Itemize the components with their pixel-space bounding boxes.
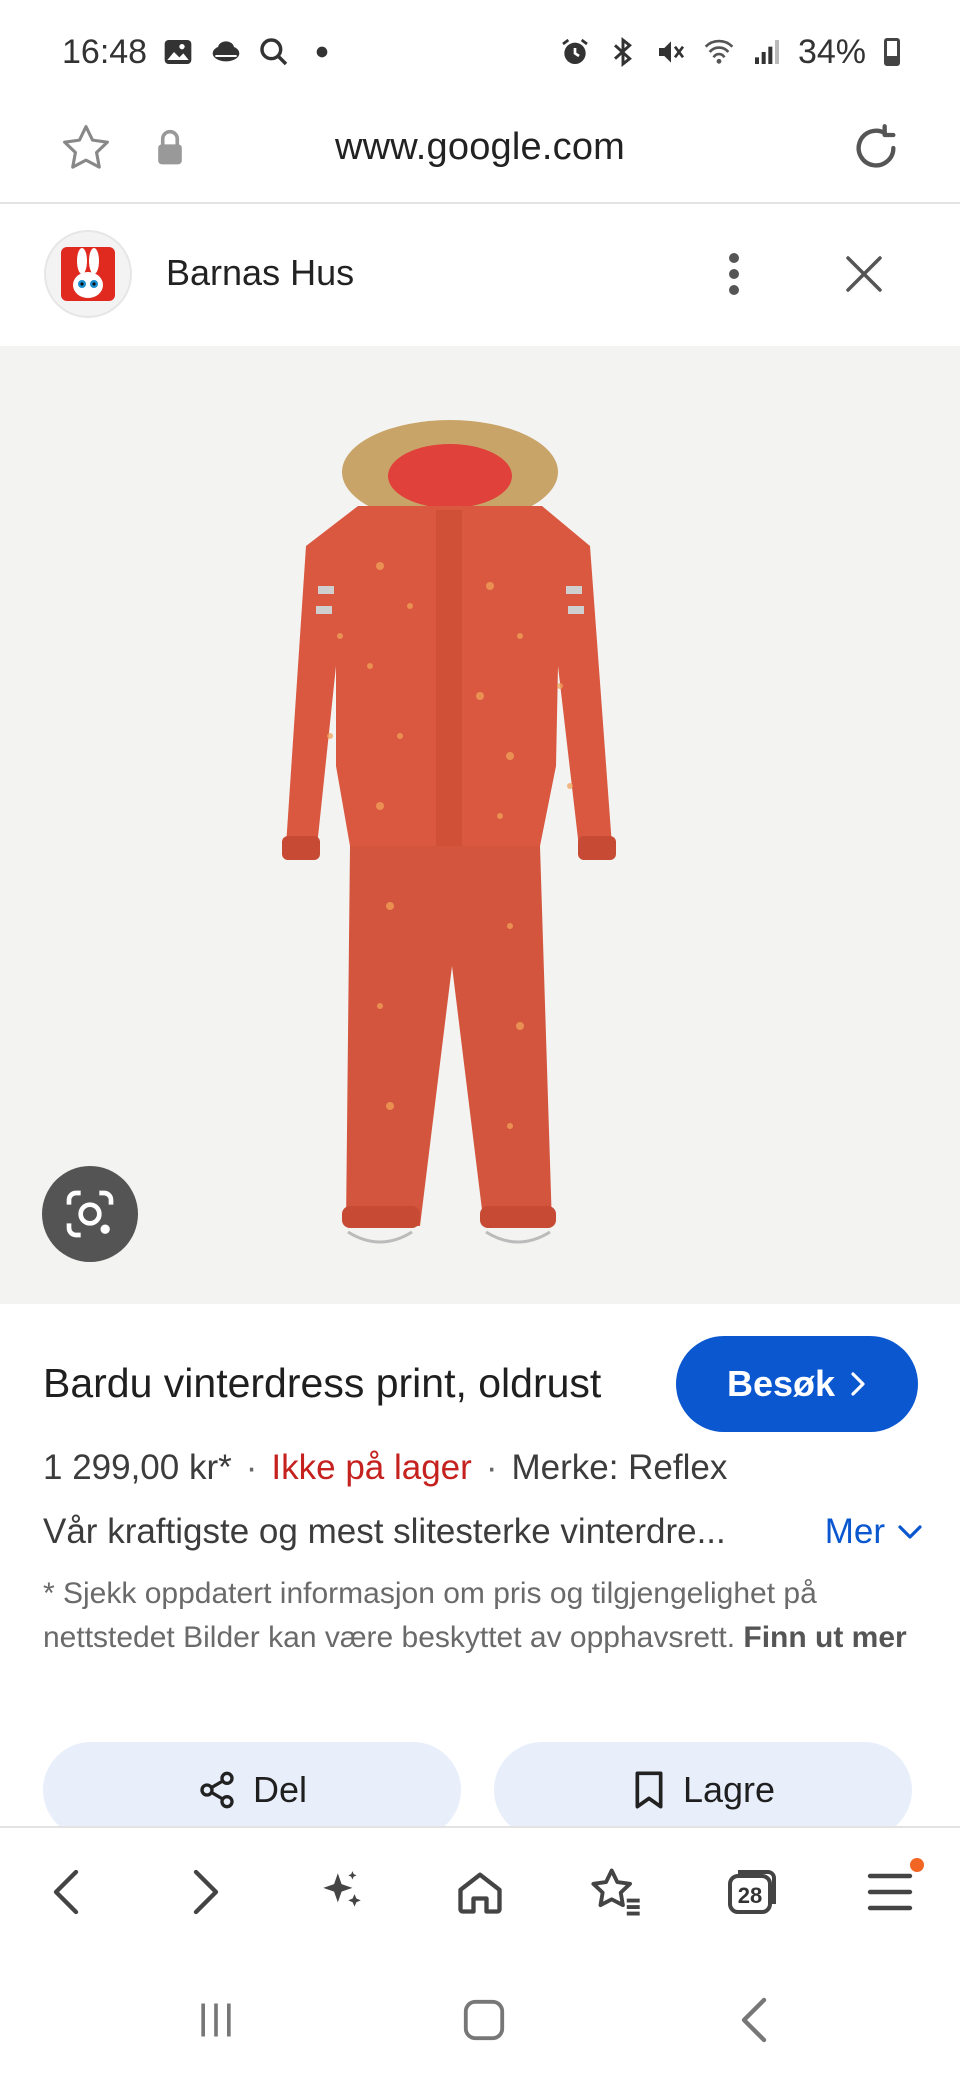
product-title-row: Bardu vinterdress print, oldrust Besøk	[0, 1336, 960, 1436]
recent-apps-icon	[201, 2003, 231, 2037]
status-bar: 16:48 34%	[0, 0, 960, 104]
status-time: 16:48	[62, 32, 148, 71]
separator-dot: ·	[245, 1448, 258, 1487]
bunny-logo-icon	[61, 247, 115, 301]
back-nav-icon	[741, 1997, 767, 2043]
site-logo[interactable]	[44, 230, 132, 318]
wifi-6e-icon	[702, 35, 736, 69]
more-label: Mer	[824, 1512, 885, 1551]
browser-toolbar: 28	[0, 1826, 960, 1954]
system-nav-bar	[0, 1966, 960, 2080]
reload-icon	[856, 124, 896, 168]
product-image-area[interactable]	[0, 346, 960, 1304]
forward-button[interactable]	[170, 1856, 242, 1928]
save-button[interactable]: Lagre	[494, 1742, 912, 1838]
product-meta-row: 1 299,00 kr* · Ikke på lager · Merke: Re…	[43, 1448, 727, 1488]
forward-icon	[193, 1869, 219, 1915]
ai-sparkle-icon	[323, 1871, 361, 1907]
stock-status: Ikke på lager	[271, 1448, 472, 1487]
alarm-icon	[558, 35, 592, 69]
product-title[interactable]: Bardu vinterdress print, oldrust	[43, 1360, 601, 1407]
status-right: 34%	[558, 33, 900, 72]
product-brand: Merke: Reflex	[511, 1448, 728, 1487]
url-bar: www.google.com	[0, 104, 960, 204]
menu-button[interactable]	[854, 1856, 926, 1928]
back-icon	[53, 1869, 79, 1915]
product-price: 1 299,00 kr*	[43, 1448, 232, 1487]
home-button[interactable]	[444, 1856, 516, 1928]
home-nav-button[interactable]	[444, 1990, 524, 2050]
visit-button-label: Besøk	[726, 1363, 836, 1404]
close-icon	[846, 256, 882, 292]
home-icon	[458, 1872, 502, 1914]
visit-button[interactable]: Besøk	[676, 1336, 918, 1432]
lens-icon	[66, 1190, 114, 1238]
chevron-down-icon	[898, 1525, 922, 1539]
more-vert-icon	[729, 253, 739, 295]
product-snowsuit-image	[282, 420, 616, 1244]
separator-dot: ·	[485, 1448, 498, 1487]
ai-assistant-button[interactable]	[306, 1856, 378, 1928]
product-description-row: Vår kraftigste og mest slitesterke vinte…	[43, 1512, 923, 1552]
bluetooth-icon	[606, 35, 640, 69]
battery-percent: 34%	[797, 32, 866, 71]
google-lens-button[interactable]	[42, 1166, 138, 1262]
tabs-button[interactable]: 28	[716, 1856, 788, 1928]
menu-icon	[867, 1873, 913, 1911]
battery-icon	[884, 38, 900, 66]
status-left: 16:48	[62, 33, 339, 72]
bookmarks-icon	[591, 1868, 640, 1916]
learn-more-link[interactable]: Finn ut mer	[743, 1621, 906, 1654]
more-options-button[interactable]	[706, 242, 762, 306]
chevron-right-icon	[851, 1372, 865, 1396]
share-button[interactable]: Del	[43, 1742, 461, 1838]
notification-badge	[910, 1858, 924, 1872]
mute-icon	[654, 35, 688, 69]
notification-dot-icon	[305, 35, 339, 69]
url-text[interactable]: www.google.com	[0, 126, 960, 169]
back-nav-button[interactable]	[714, 1990, 794, 2050]
save-label: Lagre	[682, 1769, 776, 1810]
bookmarks-button[interactable]	[580, 1856, 652, 1928]
disclaimer-text: * Sjekk oppdatert informasjon om pris og…	[43, 1577, 817, 1654]
product-description: Vår kraftigste og mest slitesterke vinte…	[43, 1512, 726, 1551]
signal-icon	[750, 35, 784, 69]
recent-apps-button[interactable]	[176, 1990, 256, 2050]
close-button[interactable]	[832, 242, 896, 306]
tab-count: 28	[737, 1883, 763, 1908]
site-name[interactable]: Barnas Hus	[166, 252, 354, 294]
sheet-header: Barnas Hus	[0, 206, 960, 346]
reload-button[interactable]	[844, 116, 908, 180]
back-button[interactable]	[30, 1856, 102, 1928]
search-status-icon	[257, 35, 291, 69]
bookmark-icon	[635, 1771, 663, 1809]
cloud-icon	[209, 35, 243, 69]
home-square-icon	[463, 1999, 505, 2041]
share-icon	[200, 1771, 234, 1809]
disclaimer: * Sjekk oppdatert informasjon om pris og…	[43, 1572, 913, 1660]
more-toggle[interactable]: Mer	[825, 1512, 923, 1552]
share-label: Del	[252, 1769, 308, 1810]
gallery-icon	[161, 35, 195, 69]
